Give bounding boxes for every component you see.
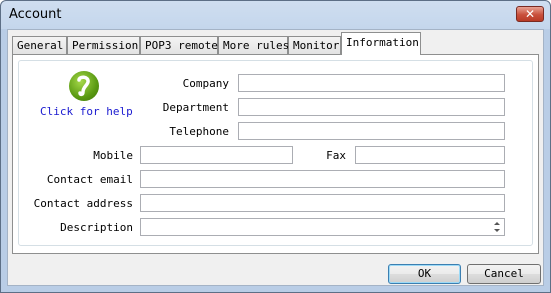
mobile-input[interactable] [140,146,293,164]
telephone-label: Telephone [169,125,229,138]
tab-general[interactable]: General [12,36,67,54]
window-title: Account [9,7,62,22]
company-label: Company [182,77,229,90]
company-input[interactable] [238,74,505,92]
tab-permission[interactable]: Permission [67,36,140,54]
contact-email-label: Contact email [46,173,133,186]
tab-monitor[interactable]: Monitor [288,36,341,54]
spin-arrows-icon[interactable] [491,220,503,234]
close-icon: ✕ [524,7,536,21]
mobile-label: Mobile [93,149,133,162]
tab-information[interactable]: Information [341,32,421,55]
help-icon[interactable] [69,71,99,101]
tab-more-rules[interactable]: More rules [218,36,289,54]
telephone-input[interactable] [238,122,505,140]
close-button[interactable]: ✕ [516,6,544,22]
department-input[interactable] [238,98,505,116]
contact-email-input[interactable] [140,170,505,188]
tab-pop3-remote[interactable]: POP3 remote [140,36,218,54]
contact-address-input[interactable] [140,194,505,212]
ok-button[interactable]: OK [388,264,461,284]
cancel-button[interactable]: Cancel [467,264,541,284]
description-label: Description [60,221,133,234]
fax-label: Fax [326,149,346,162]
title-bar[interactable]: Account ✕ [1,1,550,29]
help-link[interactable]: Click for help [40,105,133,118]
account-dialog: Account ✕ General Permission POP3 remote… [0,0,551,293]
contact-address-label: Contact address [33,197,133,210]
fax-input[interactable] [355,146,505,164]
department-label: Department [162,101,229,114]
description-input[interactable] [140,218,505,236]
